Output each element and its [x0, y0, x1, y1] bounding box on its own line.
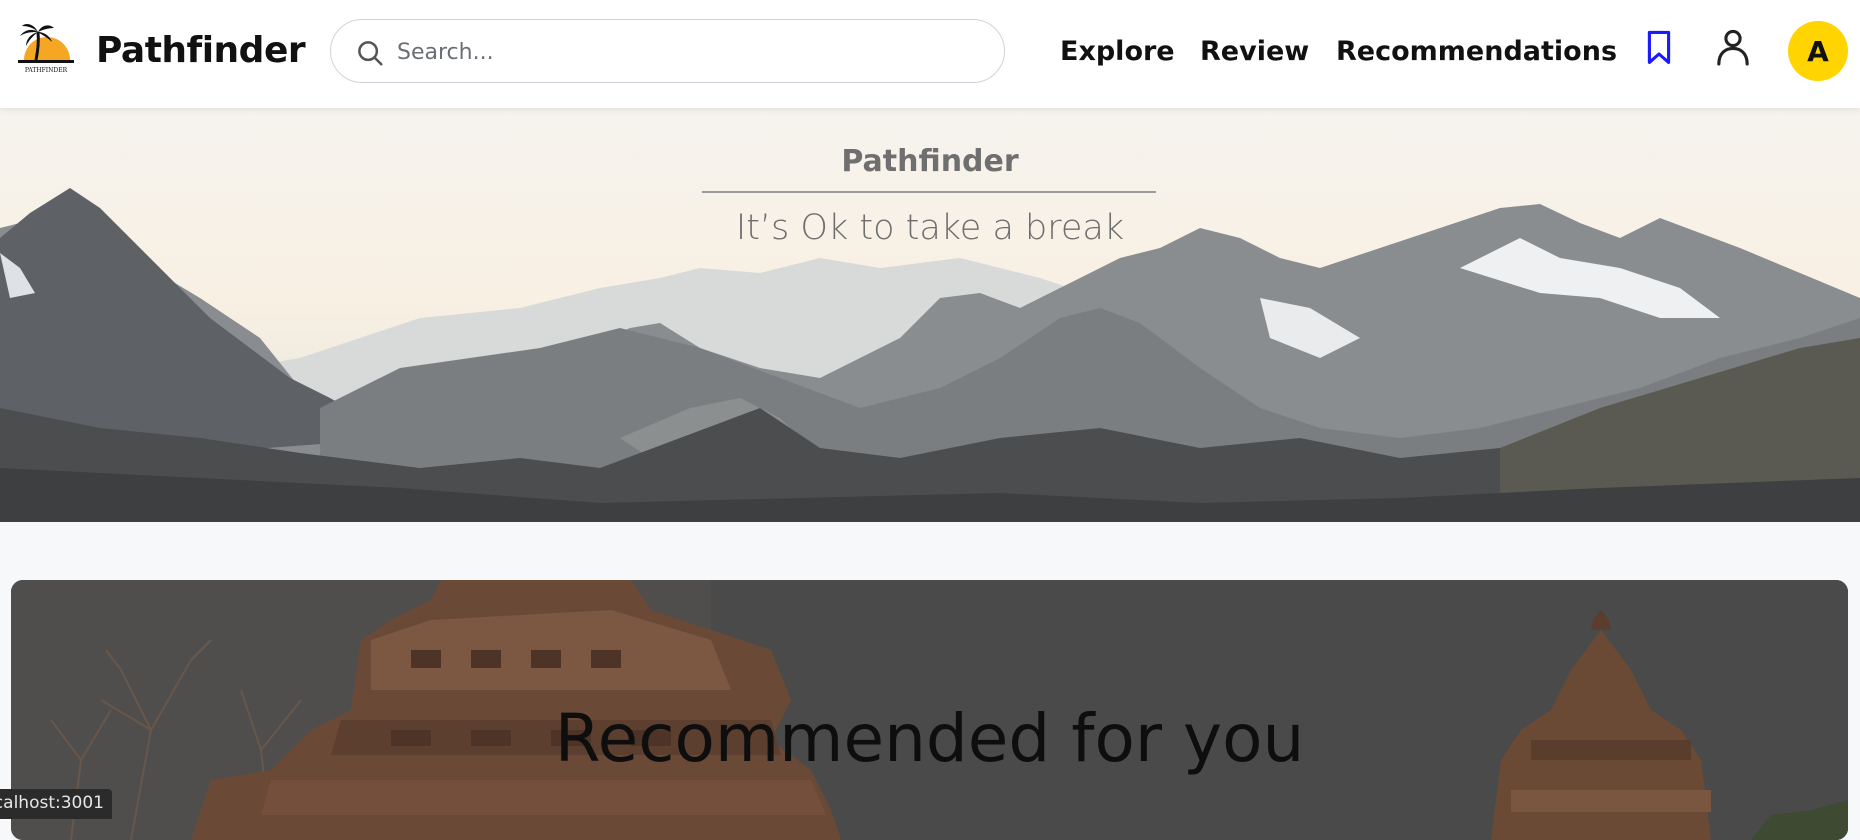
- user-icon: [1717, 29, 1749, 66]
- top-navbar: PATHFINDER Pathfinder Explore Review Rec…: [0, 0, 1860, 108]
- hero-title: Pathfinder: [841, 144, 1019, 179]
- hero-divider: [702, 191, 1156, 193]
- logo[interactable]: PATHFINDER: [14, 18, 78, 74]
- bookmark-icon: [1647, 30, 1671, 64]
- profile-button[interactable]: [1716, 28, 1750, 71]
- recommended-title: Recommended for you: [554, 700, 1305, 777]
- search-bar: [330, 19, 1005, 83]
- user-avatar[interactable]: A: [1788, 21, 1848, 81]
- recommended-section: Recommended for you: [11, 580, 1848, 840]
- search-icon: [358, 41, 383, 66]
- brand-name[interactable]: Pathfinder: [96, 30, 306, 71]
- hero-subtitle: It’s Ok to take a break: [735, 208, 1125, 248]
- nav-explore[interactable]: Explore: [1060, 36, 1175, 67]
- hero-banner: Pathfinder It’s Ok to take a break: [0, 108, 1860, 522]
- logo-text: PATHFINDER: [25, 67, 68, 74]
- search-input[interactable]: [397, 32, 977, 72]
- bookmark-button[interactable]: [1644, 30, 1674, 71]
- nav-review[interactable]: Review: [1200, 36, 1309, 67]
- nav-recommendations[interactable]: Recommendations: [1336, 36, 1617, 67]
- browser-status-url: localhost:3001: [0, 789, 112, 819]
- palm-sun-logo-icon: PATHFINDER: [18, 24, 74, 74]
